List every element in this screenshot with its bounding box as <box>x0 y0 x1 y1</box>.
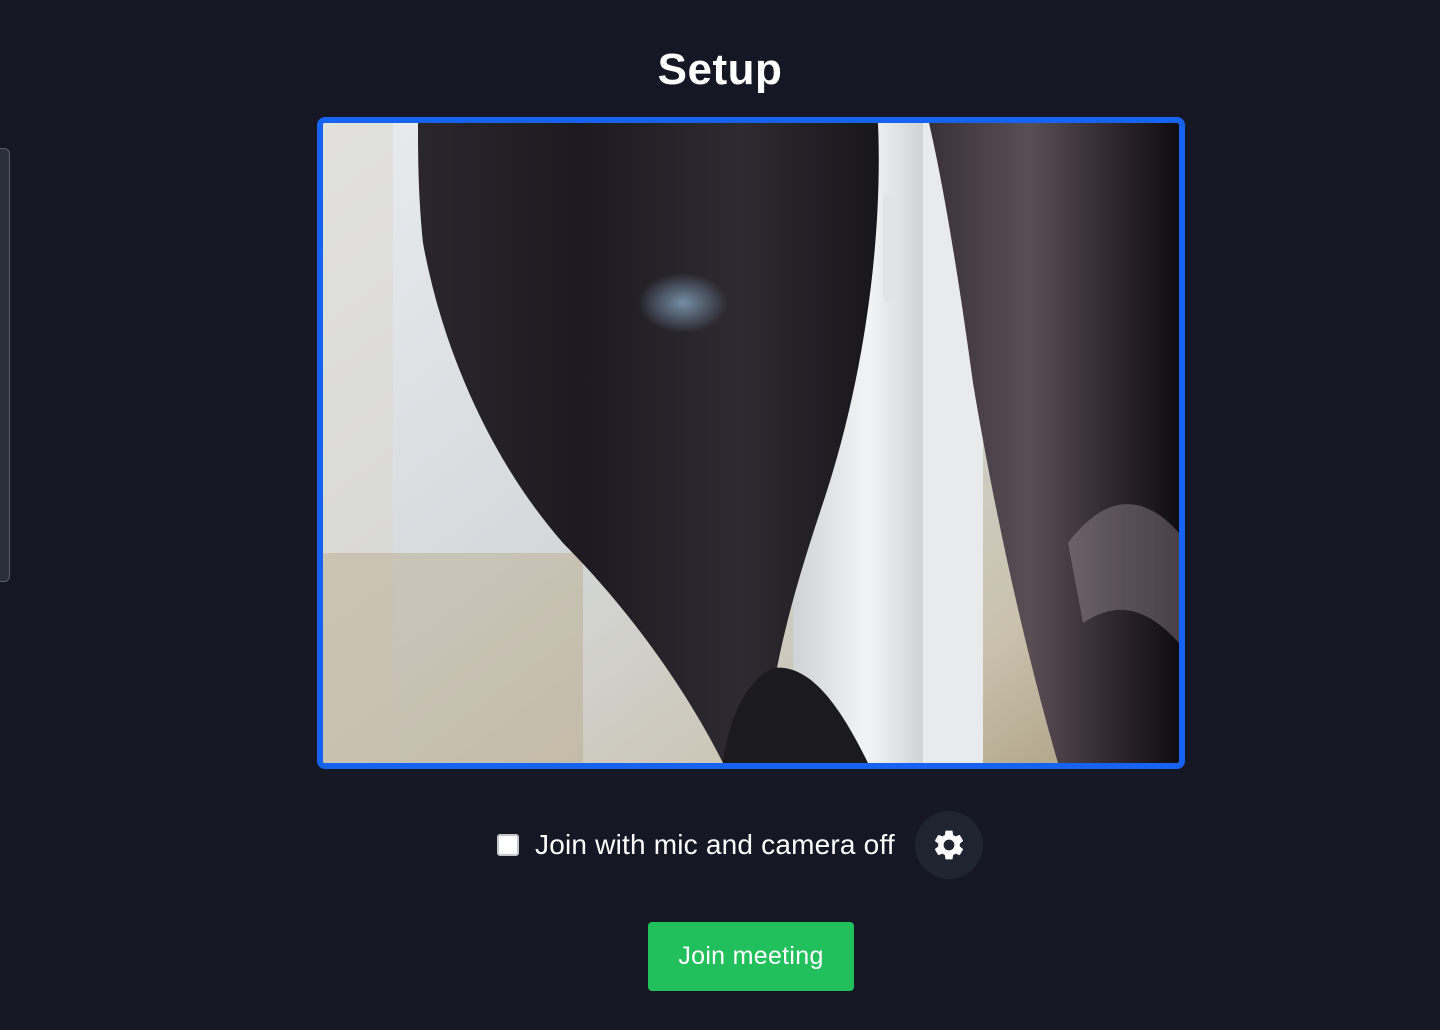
gear-icon <box>934 830 963 860</box>
settings-button[interactable] <box>914 811 983 879</box>
mic-camera-off-label[interactable]: Join with mic and camera off <box>535 829 895 861</box>
join-meeting-button[interactable]: Join meeting <box>648 922 854 991</box>
page-title: Setup <box>657 45 783 94</box>
sidebar-drawer-handle[interactable] <box>0 148 10 582</box>
join-options: Join with mic and camera off <box>497 810 983 880</box>
camera-preview-image <box>323 123 1179 763</box>
mic-camera-off-checkbox[interactable] <box>497 834 519 856</box>
camera-preview <box>317 117 1185 769</box>
setup-page: Setup Join with mic and camera off Join … <box>0 0 1440 1030</box>
